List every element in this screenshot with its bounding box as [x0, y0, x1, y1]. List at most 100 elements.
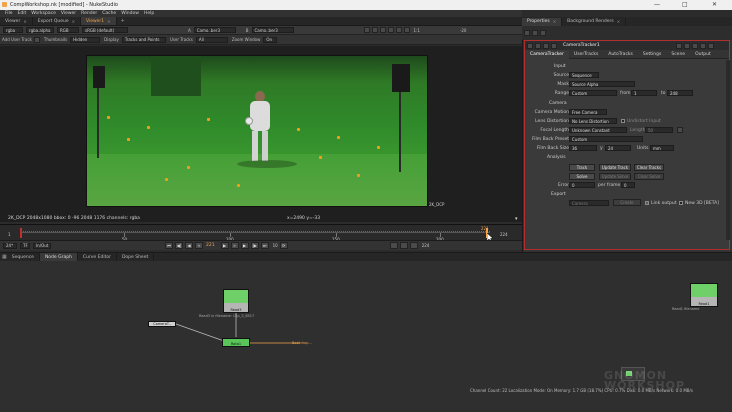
close-icon[interactable]: ✕ [72, 19, 75, 24]
tab-sequence[interactable]: Sequence [7, 253, 40, 261]
add-tab-icon[interactable]: + [121, 18, 125, 24]
colorspace-dropdown[interactable]: sRGB (default) [82, 27, 128, 33]
tab-cameratracker[interactable]: CameraTracker [525, 49, 569, 59]
camera-motion-dropdown[interactable]: Free Camera [569, 109, 607, 115]
tab-output[interactable]: Output [690, 50, 716, 59]
length-field[interactable]: 50 [645, 127, 673, 133]
menu-cache[interactable]: Cache [102, 11, 116, 16]
mask-dropdown[interactable]: Source Alpha [569, 81, 635, 87]
minimize-icon[interactable]: — [654, 1, 660, 8]
close-icon[interactable]: ✕ [617, 19, 620, 24]
channel-sub-dropdown[interactable]: rgba.alpha [26, 27, 54, 33]
film-back-preset-dropdown[interactable]: Custom [569, 136, 643, 142]
animation-icon[interactable] [677, 127, 683, 133]
revert-icon[interactable] [691, 42, 698, 49]
range-dropdown[interactable]: Custom [569, 90, 617, 96]
track-marker[interactable] [237, 184, 240, 187]
backdrop-label[interactable]: Backdrop... [292, 341, 312, 345]
tab-export-queue[interactable]: Export Queue ✕ [33, 17, 81, 25]
track-marker[interactable] [297, 128, 300, 131]
lock-icon[interactable] [532, 30, 538, 36]
float-icon[interactable] [699, 42, 706, 49]
menu-window[interactable]: Window [121, 11, 139, 16]
create-button[interactable]: Create [613, 199, 641, 206]
maximize-icon[interactable]: □ [682, 1, 688, 8]
tab-dope-sheet[interactable]: Dope Sheet [117, 253, 155, 261]
film-back-y-field[interactable]: 24 [605, 145, 631, 151]
fast-forward-icon[interactable]: ⏭ [260, 242, 269, 249]
color-icon[interactable] [543, 42, 549, 49]
properties-scrollbar[interactable] [726, 60, 730, 240]
fps-dropdown[interactable]: 24* [3, 242, 17, 249]
menu-help[interactable]: Help [144, 11, 154, 16]
close-icon[interactable]: ✕ [712, 1, 717, 8]
roto-node[interactable]: Roto1 [222, 338, 250, 347]
track-marker[interactable] [165, 178, 168, 181]
input-a-dropdown[interactable]: Camo..ber3 [193, 27, 236, 33]
tab-properties[interactable]: Properties ✕ [522, 17, 563, 26]
menu-edit[interactable]: Edit [18, 11, 27, 16]
help-icon[interactable] [535, 42, 541, 49]
clear-tracks-button[interactable]: Clear Tracks [634, 164, 664, 171]
zoom-window-dropdown[interactable]: On [263, 36, 278, 43]
from-field[interactable]: 1 [631, 90, 657, 96]
collapse-icon[interactable] [527, 42, 533, 49]
flipbook-icon[interactable] [389, 242, 398, 249]
clip-icon[interactable] [371, 27, 378, 33]
viewer-menu-icon[interactable]: ▾ [515, 216, 518, 222]
tab-viewer[interactable]: Viewer ✕ [0, 17, 33, 25]
tab-node-graph[interactable]: Node Graph [39, 253, 78, 261]
clear-icon[interactable] [540, 30, 546, 36]
lens-distortion-dropdown[interactable]: No Lens Distortion [569, 118, 617, 124]
close-icon[interactable]: ✕ [553, 19, 556, 24]
error-field[interactable]: 0 [569, 182, 595, 188]
units-dropdown[interactable]: mm [650, 145, 674, 151]
render-icon[interactable] [399, 242, 408, 249]
track-marker[interactable] [127, 138, 130, 141]
display-dropdown[interactable]: Tracks and Points [121, 36, 166, 43]
fwd-10-icon[interactable]: » [230, 242, 239, 249]
step-back-icon[interactable]: ◀ [185, 242, 193, 249]
inout-dropdown[interactable]: In/Out [33, 242, 51, 249]
to-field[interactable]: 248 [667, 90, 693, 96]
tab-scene[interactable]: Scene [666, 50, 690, 59]
thumbnails-dropdown[interactable]: Hidden [70, 36, 101, 43]
prev-key-icon[interactable]: ◀| [175, 242, 183, 249]
gl-color-icon[interactable] [683, 42, 690, 49]
tab-usertracks[interactable]: UserTracks [569, 50, 603, 59]
mode-icon[interactable] [551, 42, 557, 49]
undistort-checkbox[interactable] [621, 119, 625, 123]
menu-workspace[interactable]: Workspace [31, 11, 56, 16]
film-back-x-field[interactable]: 36 [569, 145, 597, 151]
track-marker[interactable] [357, 174, 360, 177]
menu-file[interactable]: File [5, 11, 13, 16]
next-key-icon[interactable]: |▶ [250, 242, 259, 249]
tab-autotracks[interactable]: AutoTracks [603, 50, 638, 59]
update-track-button[interactable]: Update Track [599, 164, 631, 171]
overlay-icon[interactable] [403, 27, 410, 33]
display-channel-dropdown[interactable]: RGB [57, 27, 79, 33]
close-icon[interactable]: ✕ [23, 19, 26, 24]
track-marker[interactable] [207, 118, 210, 121]
lut-icon[interactable] [379, 27, 386, 33]
camera-tracker-node[interactable]: CameraT.. [148, 321, 176, 327]
tab-viewer1[interactable]: Viewer1 ✕ [80, 17, 117, 25]
track-marker[interactable] [147, 126, 150, 129]
menu-viewer[interactable]: Viewer [61, 11, 76, 16]
close-icon[interactable]: ✕ [107, 19, 110, 24]
step-forward-icon[interactable]: ▶ [240, 242, 249, 249]
input-b-dropdown[interactable]: Camo..ber3 [251, 27, 294, 33]
gpu-icon[interactable] [395, 27, 402, 33]
zoom-value[interactable]: 1:1 [414, 28, 420, 33]
in-point-marker[interactable] [20, 228, 22, 238]
step-increment[interactable]: 10 [273, 243, 278, 248]
track-tool-icon[interactable] [33, 36, 40, 43]
node-color-icon[interactable] [675, 42, 682, 49]
read1-node[interactable]: Read1 [690, 283, 718, 307]
export-dropdown[interactable]: Camera [569, 200, 609, 206]
channels-dropdown[interactable]: rgba [3, 27, 23, 33]
new-3d-checkbox[interactable] [679, 201, 683, 205]
roi-icon[interactable] [363, 27, 370, 33]
focal-length-dropdown[interactable]: Unknown Constant [569, 127, 627, 133]
link-output-checkbox[interactable] [645, 201, 649, 205]
